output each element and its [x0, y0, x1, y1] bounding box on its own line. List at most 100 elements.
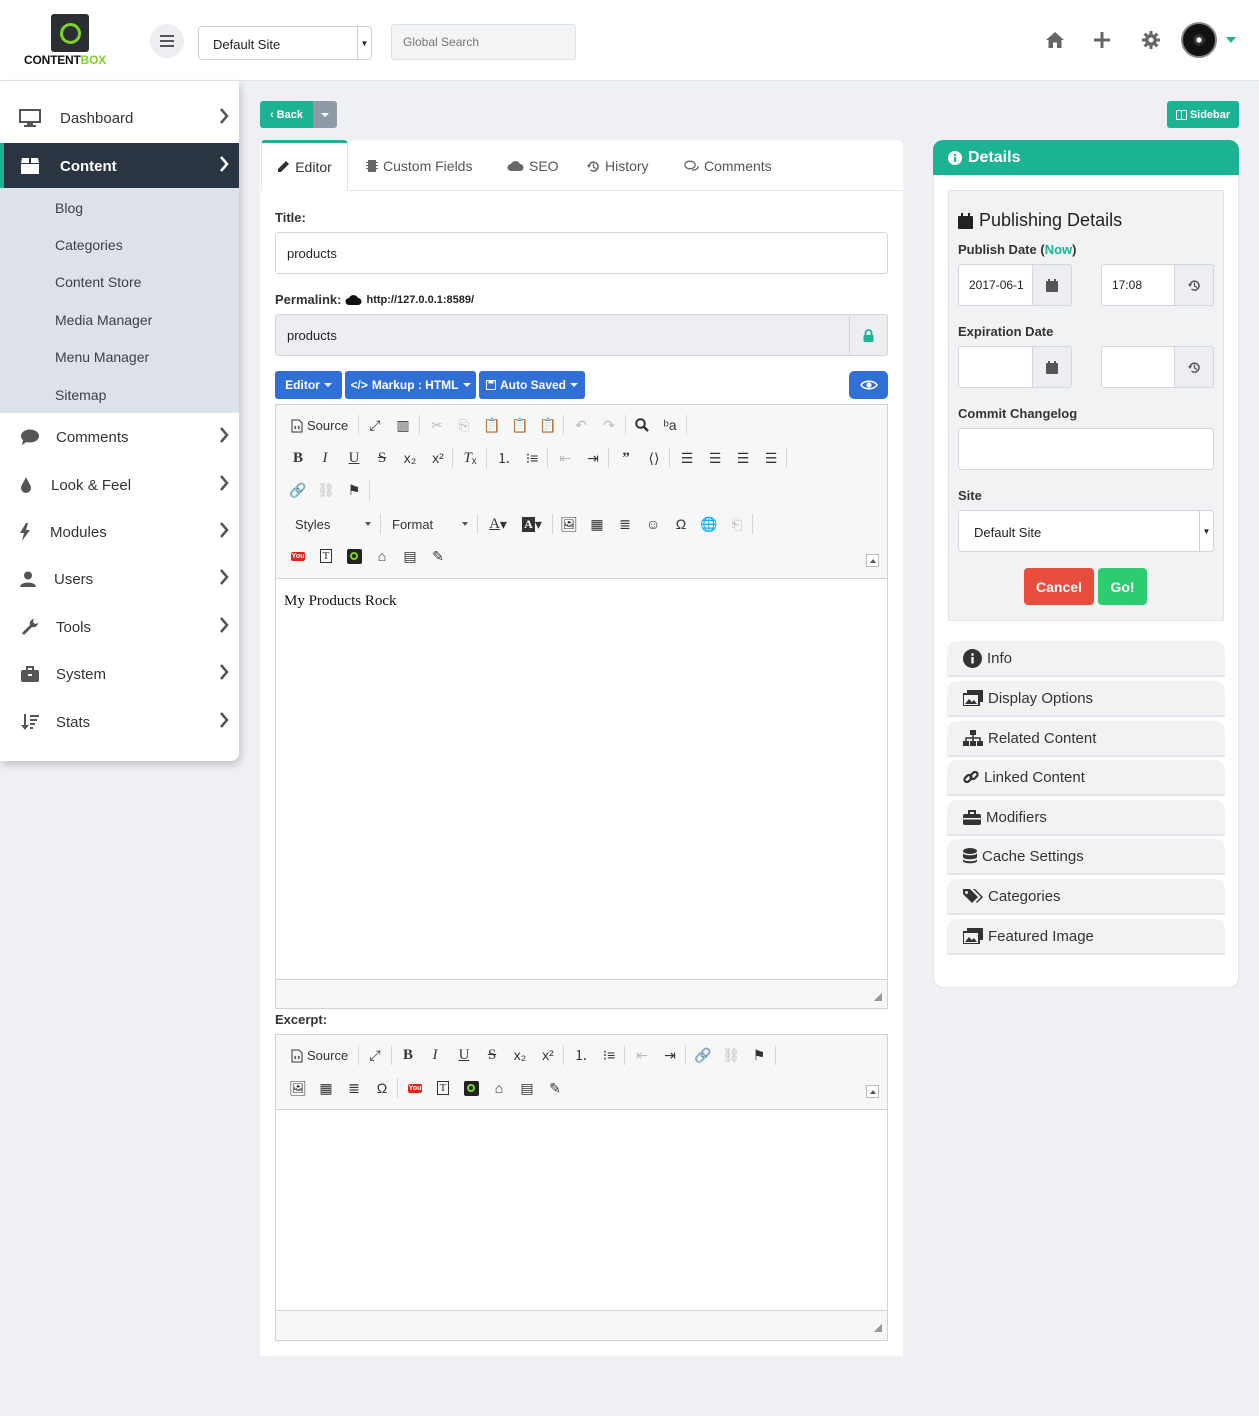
smiley-icon[interactable]: ☺ — [641, 513, 665, 535]
section-related-content[interactable]: Related Content — [947, 721, 1225, 757]
add-button[interactable] — [1090, 28, 1114, 52]
superscript-icon[interactable]: x² — [536, 1044, 560, 1066]
maximize-icon[interactable]: ⤢ — [363, 1044, 387, 1066]
tab-comments[interactable]: Comments — [684, 158, 772, 174]
section-display-options[interactable]: Display Options — [947, 681, 1225, 717]
sidebar-item-look-and-feel[interactable]: Look & Feel — [0, 462, 239, 508]
slug-lock-button[interactable] — [849, 314, 888, 356]
underline-icon[interactable]: U — [452, 1044, 476, 1066]
preview-button[interactable] — [849, 371, 888, 399]
subnav-item-sitemap[interactable]: Sitemap — [55, 387, 106, 403]
publish-date-picker-button[interactable] — [1033, 264, 1072, 306]
youtube-icon[interactable]: You — [286, 545, 310, 567]
replace-icon[interactable]: ᵇa — [658, 414, 682, 436]
contentbox-widget-icon[interactable] — [459, 1077, 483, 1099]
now-link[interactable]: Now — [1045, 242, 1072, 257]
redo-icon[interactable]: ↷ — [597, 414, 621, 436]
section-featured-image[interactable]: Featured Image — [947, 919, 1225, 955]
outdent-icon[interactable]: ⇤ — [630, 1044, 654, 1066]
numbered-list-icon[interactable]: ⒈ — [569, 1044, 593, 1066]
source-button[interactable]: Source — [291, 418, 348, 433]
tab-history[interactable]: History — [587, 158, 649, 174]
anchor-flag-icon[interactable]: ⚑ — [747, 1044, 771, 1066]
table-icon[interactable]: ▦ — [314, 1077, 338, 1099]
remove-format-icon[interactable]: Tₓ — [458, 447, 482, 469]
bold-icon[interactable]: B — [396, 1044, 420, 1066]
changelog-input[interactable] — [958, 428, 1214, 470]
go-button[interactable]: Go! — [1098, 568, 1147, 605]
publish-time-reset-button[interactable] — [1175, 264, 1214, 306]
publish-date-input[interactable]: 2017-06-1 — [958, 264, 1033, 306]
bulleted-list-icon[interactable]: ⁝≡ — [597, 1044, 621, 1066]
contentbox-logo[interactable]: CONTENTBOX — [24, 14, 116, 68]
text-widget-icon[interactable]: T — [431, 1077, 455, 1099]
markup-select-button[interactable]: </> Markup : HTML — [345, 371, 476, 399]
collapse-toolbar-button[interactable] — [866, 554, 879, 567]
collapse-toolbar-button[interactable] — [866, 1085, 879, 1098]
excerpt-source-button[interactable]: Source — [291, 1048, 348, 1063]
user-avatar[interactable] — [1181, 22, 1217, 58]
sidebar-item-dashboard[interactable]: Dashboard — [0, 95, 239, 141]
text-color-icon[interactable]: A ▾ — [483, 513, 513, 535]
content-body-text[interactable]: My Products Rock — [284, 593, 397, 610]
subscript-icon[interactable]: x₂ — [508, 1044, 532, 1066]
section-info[interactable]: Info — [947, 641, 1225, 677]
tab-seo[interactable]: SEO — [507, 158, 559, 174]
subscript-icon[interactable]: x₂ — [398, 447, 422, 469]
document-icon[interactable]: ▤ — [398, 545, 422, 567]
menu-toggle-button[interactable] — [150, 24, 184, 58]
avatar-caret-icon[interactable] — [1226, 37, 1236, 43]
blockquote-icon[interactable]: ” — [614, 447, 638, 469]
back-dropdown-button[interactable] — [313, 101, 337, 128]
show-blocks-icon[interactable]: ▥ — [391, 414, 415, 436]
home-button[interactable] — [1043, 28, 1067, 52]
create-div-icon[interactable]: ⟨⟩ — [642, 447, 666, 469]
contentbox-widget-icon[interactable] — [342, 545, 366, 567]
image-icon[interactable]: 🖼 — [286, 1077, 310, 1099]
subnav-item-menu-manager[interactable]: Menu Manager — [55, 349, 149, 365]
expiration-time-input[interactable] — [1101, 346, 1175, 388]
underline-icon[interactable]: U — [342, 447, 366, 469]
link-icon[interactable]: 🔗 — [691, 1044, 715, 1066]
unlink-icon[interactable]: ⛓ — [719, 1044, 743, 1066]
align-right-icon[interactable]: ☰ — [731, 447, 755, 469]
autosave-button[interactable]: Auto Saved — [479, 371, 585, 399]
sidebar-item-modules[interactable]: Modules — [0, 509, 239, 555]
slug-input[interactable]: products — [275, 314, 850, 356]
site-select[interactable]: Default Site ▼ — [958, 510, 1214, 552]
sidebar-item-content[interactable]: Content — [0, 143, 239, 189]
anchor-flag-icon[interactable]: ⚑ — [342, 479, 366, 501]
youtube-icon[interactable]: You — [403, 1077, 427, 1099]
horizontal-rule-icon[interactable]: ≣ — [613, 513, 637, 535]
italic-icon[interactable]: I — [423, 1044, 447, 1066]
hard-drive-icon[interactable]: ⌂ — [370, 545, 394, 567]
paste-word-icon[interactable]: 📋 — [536, 414, 560, 436]
bulleted-list-icon[interactable]: ⁝≡ — [520, 447, 544, 469]
settings-button[interactable] — [1139, 28, 1163, 52]
subnav-item-content-store[interactable]: Content Store — [55, 274, 141, 290]
section-modifiers[interactable]: Modifiers — [947, 800, 1225, 836]
strikethrough-icon[interactable]: S — [480, 1044, 504, 1066]
back-button[interactable]: ‹ Back — [260, 101, 313, 128]
resize-handle[interactable] — [874, 1324, 882, 1332]
document-icon[interactable]: ▤ — [515, 1077, 539, 1099]
unlink-icon[interactable]: ⛓ — [314, 479, 338, 501]
resize-handle[interactable] — [874, 993, 882, 1001]
table-icon[interactable]: ▦ — [585, 513, 609, 535]
expiration-time-reset-button[interactable] — [1175, 346, 1214, 388]
sidebar-item-comments[interactable]: Comments — [0, 414, 239, 460]
site-selector[interactable]: Default Site ▼ — [198, 26, 372, 60]
section-linked-content[interactable]: Linked Content — [947, 760, 1225, 796]
content-editor-body[interactable] — [276, 578, 887, 980]
find-icon[interactable] — [630, 414, 654, 436]
justify-icon[interactable]: ☰ — [759, 447, 783, 469]
image-icon[interactable]: 🖼 — [557, 513, 581, 535]
italic-icon[interactable]: I — [313, 447, 337, 469]
special-char-icon[interactable]: Ω — [669, 513, 693, 535]
title-input[interactable]: products — [275, 232, 888, 274]
publish-time-input[interactable]: 17:08 — [1101, 264, 1175, 306]
sidebar-item-tools[interactable]: Tools — [0, 604, 239, 650]
editor-select-button[interactable]: Editor — [275, 371, 342, 399]
subnav-item-blog[interactable]: Blog — [55, 200, 83, 216]
outdent-icon[interactable]: ⇤ — [553, 447, 577, 469]
